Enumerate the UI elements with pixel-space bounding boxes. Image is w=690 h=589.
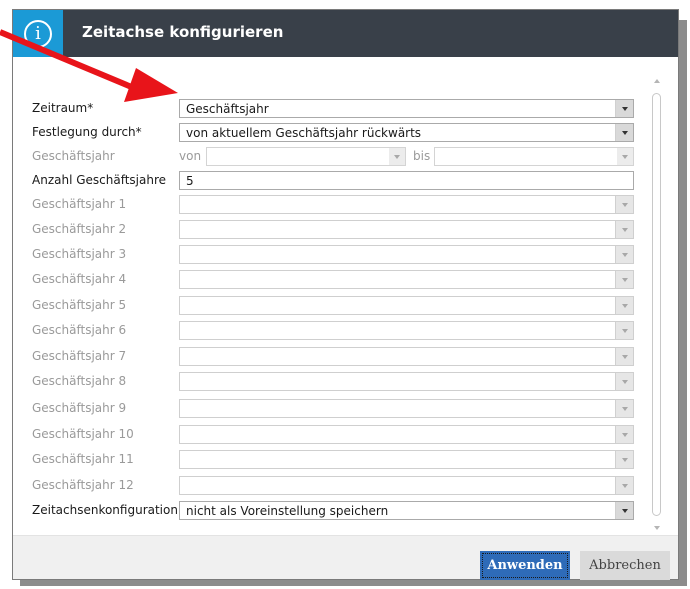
annotation-arrow xyxy=(0,29,178,102)
annotation-arrow-head xyxy=(124,68,178,102)
annotation-arrow-shaft xyxy=(0,29,136,91)
